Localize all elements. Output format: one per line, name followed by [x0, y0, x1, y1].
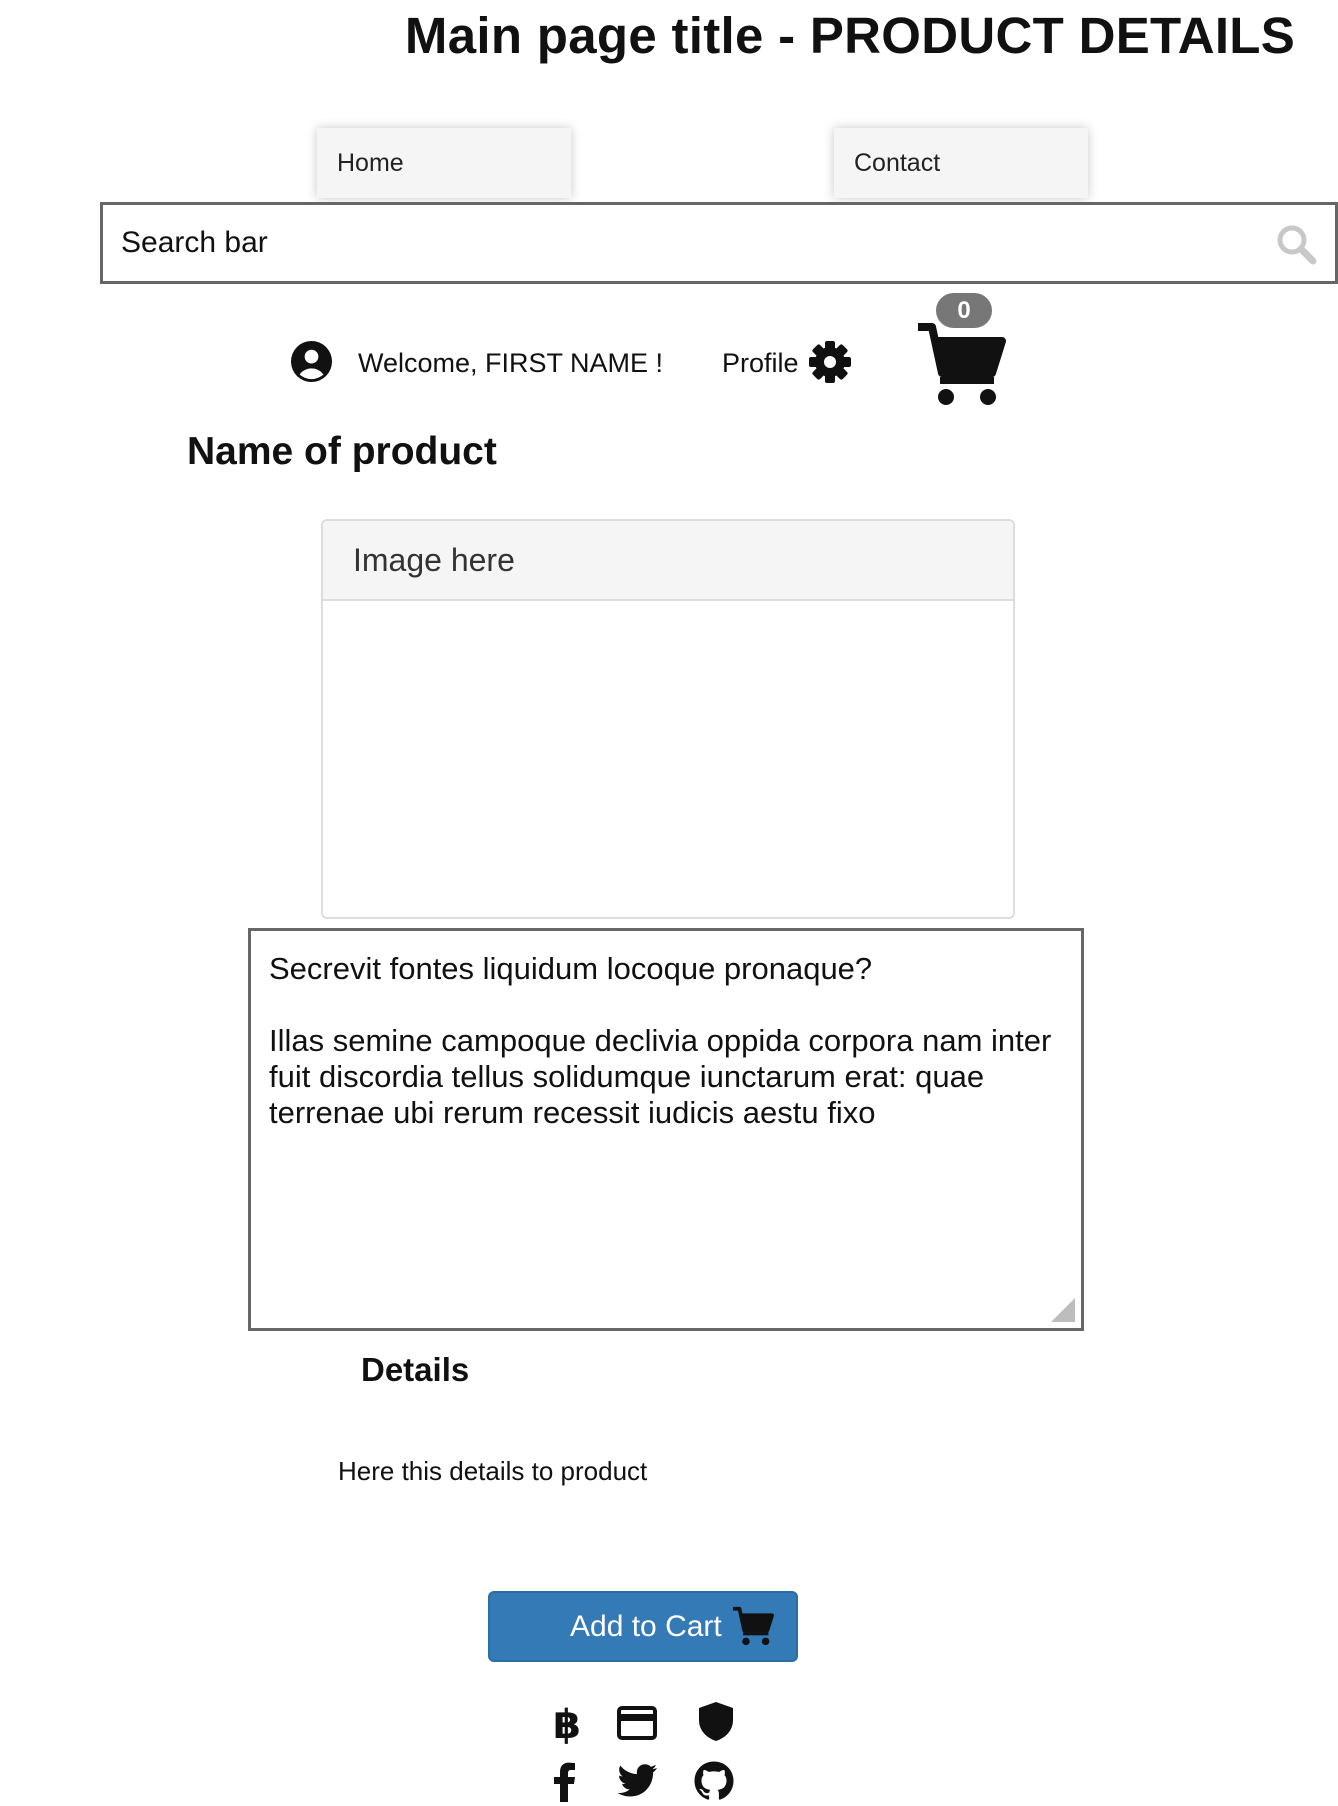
- add-to-cart-button[interactable]: Add to Cart: [488, 1591, 798, 1662]
- svg-text:฿: ฿: [553, 1702, 581, 1744]
- add-to-cart-label: Add to Cart: [570, 1610, 722, 1643]
- product-name: Name of product: [187, 430, 497, 473]
- search-icon[interactable]: [1275, 223, 1317, 265]
- shopping-cart-icon[interactable]: [916, 321, 1006, 407]
- profile-link[interactable]: Profile: [722, 344, 799, 382]
- bitcoin-icon[interactable]: ฿: [546, 1702, 588, 1744]
- twitter-icon[interactable]: [617, 1760, 659, 1802]
- search-input[interactable]: [121, 205, 1221, 281]
- user-circle-icon[interactable]: [290, 340, 333, 383]
- credit-card-icon[interactable]: [616, 1702, 658, 1744]
- details-heading: Details: [361, 1351, 470, 1388]
- description-body: Illas semine campoque declivia oppida co…: [269, 1023, 1052, 1130]
- facebook-icon[interactable]: [544, 1760, 586, 1802]
- nav-contact-button[interactable]: Contact: [834, 128, 1088, 198]
- shield-icon[interactable]: [695, 1700, 737, 1742]
- nav-contact-label: Contact: [854, 149, 941, 177]
- resize-grip-icon[interactable]: [1051, 1298, 1075, 1322]
- gear-icon[interactable]: [808, 340, 852, 384]
- search-bar: [100, 202, 1338, 284]
- shopping-cart-icon: [732, 1606, 774, 1646]
- description-question: Secrevit fontes liquidum locoque pronaqu…: [269, 951, 873, 986]
- details-text: Here this details to product: [338, 1456, 648, 1486]
- github-icon[interactable]: [693, 1760, 735, 1802]
- page-title: Main page title - PRODUCT DETAILS: [404, 7, 1296, 64]
- product-description-textarea[interactable]: Secrevit fontes liquidum locoque pronaqu…: [248, 928, 1084, 1331]
- welcome-text: Welcome, FIRST NAME !: [358, 348, 664, 378]
- nav-home-label: Home: [337, 149, 404, 177]
- product-image-panel: Image here: [321, 519, 1015, 919]
- nav-home-button[interactable]: Home: [317, 128, 571, 198]
- image-panel-title: Image here: [323, 521, 1013, 601]
